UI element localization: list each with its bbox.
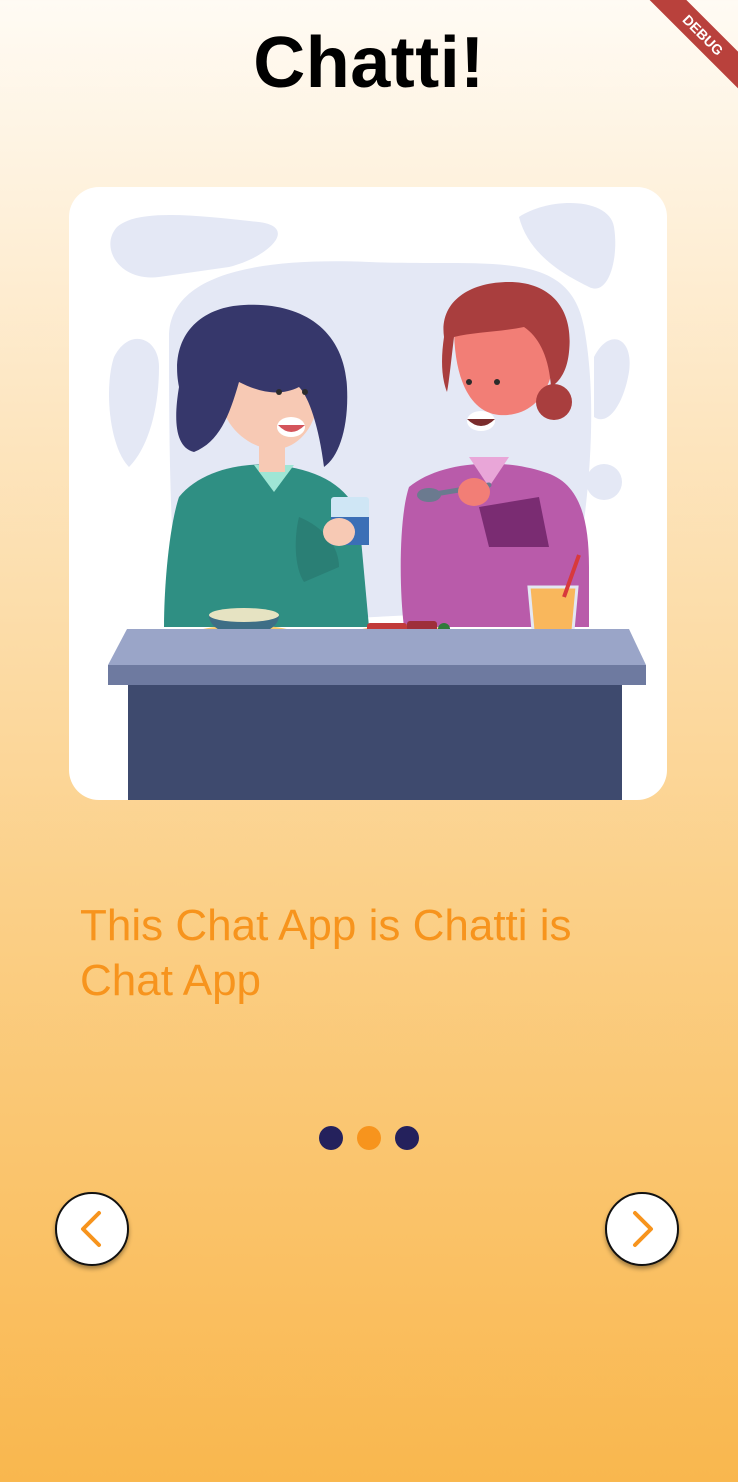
page-dot-2-active[interactable] [357, 1126, 381, 1150]
page-dot-1[interactable] [319, 1126, 343, 1150]
onboarding-caption: This Chat App is Chatti is Chat App [80, 901, 572, 1005]
two-women-dining-illustration [108, 203, 646, 800]
previous-button[interactable] [55, 1192, 129, 1266]
app-title: Chatti! [253, 23, 485, 103]
page-indicator [0, 1126, 738, 1150]
next-button[interactable] [605, 1192, 679, 1266]
onboarding-illustration [69, 187, 667, 800]
page-dot-3[interactable] [395, 1126, 419, 1150]
chevron-right-icon [633, 1211, 653, 1247]
chevron-left-icon [81, 1211, 101, 1247]
